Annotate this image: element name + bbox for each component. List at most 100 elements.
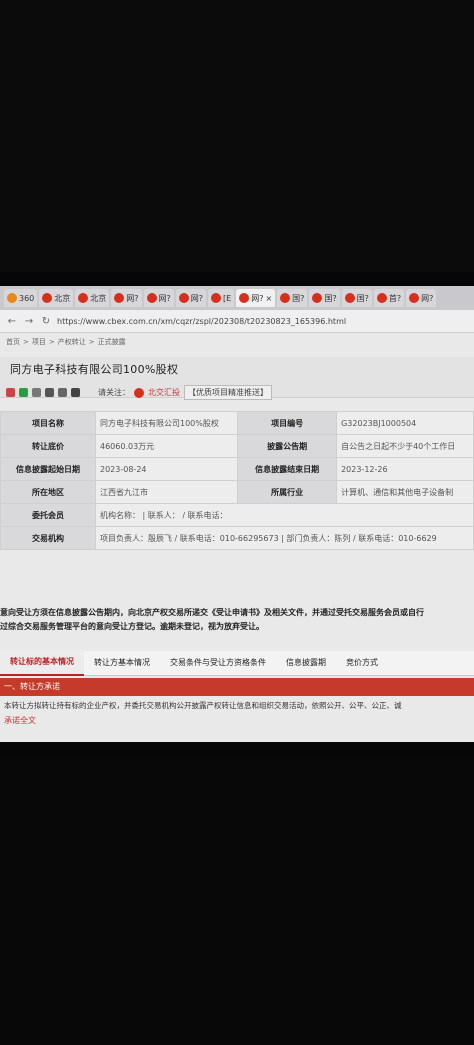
table-label: 转让底价 — [0, 434, 96, 458]
table-label: 信息披露起始日期 — [0, 457, 96, 481]
tab-label: [E — [223, 293, 232, 303]
site-icon — [239, 293, 250, 303]
tab-label: 网? — [126, 293, 139, 303]
table-row: 交易机构 项目负责人：殷辰飞 / 联系电话：010-66295673 | 部门负… — [0, 526, 474, 550]
table-row: 所在地区 江西省九江市 所属行业 计算机、通信和其他电子设备制 — [0, 480, 474, 504]
weibo-icon[interactable] — [6, 388, 15, 397]
table-value: 同方电子科技有限公司100%股权 — [94, 411, 239, 435]
close-tab-icon[interactable]: × — [265, 294, 272, 303]
table-label: 披露公告期 — [237, 434, 338, 458]
back-icon[interactable]: ← — [6, 316, 18, 327]
wechat-icon[interactable] — [19, 388, 28, 397]
table-row: 转让底价 46060.03万元 披露公告期 自公告之日起不少于40个工作日 — [0, 434, 474, 458]
table-label: 信息披露结束日期 — [237, 457, 338, 481]
table-value: 自公告之日起不少于40个工作日 — [336, 434, 474, 458]
breadcrumb-separator: > — [23, 338, 29, 346]
breadcrumb-item[interactable]: 首页 — [6, 338, 20, 346]
table-value: 2023-08-24 — [94, 457, 239, 481]
share-icon[interactable] — [32, 388, 41, 397]
table-value: 项目负责人：殷辰飞 / 联系电话：010-66295673 | 部门负责人：陈列… — [95, 526, 474, 550]
site-icon — [78, 293, 89, 303]
tab-label: 网? — [190, 293, 204, 303]
browser-tab[interactable]: 网? × — [236, 289, 276, 307]
table-label: 委托会员 — [0, 503, 96, 527]
browser-tab[interactable]: [E — [208, 289, 235, 307]
reload-icon[interactable]: ↻ — [40, 316, 52, 327]
breadcrumb-separator: > — [88, 338, 95, 346]
table-row: 委托会员 机构名称： | 联系人： / 联系电话： — [0, 503, 474, 527]
site-icon — [409, 293, 420, 303]
tab-disclosure-period[interactable]: 信息披露期 — [276, 651, 336, 675]
site-icon — [178, 293, 189, 303]
favorite-icon[interactable] — [58, 388, 67, 397]
site-icon — [312, 293, 323, 303]
breadcrumb-item[interactable]: 产权转让 — [58, 338, 86, 346]
browser-tab[interactable]: 北京 — [75, 289, 110, 307]
table-value: 江西省九江市 — [94, 480, 239, 504]
notice-line: 过综合交易服务管理平台的意向受让方登记。逾期未登记，视为放弃受让。 — [0, 622, 264, 631]
table-label: 交易机构 — [0, 526, 96, 550]
tab-bar: 360 北京 北京 网? 网? 网? [E 网? × 国? 国? 国? 首? 网? — [0, 286, 474, 310]
table-value: 计算机、通信和其他电子设备制 — [336, 480, 474, 504]
registration-notice: 意向受让方须在信息披露公告期内，向北京产权交易所递交《受让申请书》及相关文件，并… — [0, 606, 474, 634]
browser-window: 360 北京 北京 网? 网? 网? [E 网? × 国? 国? 国? 首? 网? ← → ↻ https… — [0, 286, 474, 742]
table-row: 信息披露起始日期 2023-08-24 信息披露结束日期 2023-12-26 — [0, 457, 474, 481]
tab-label: 国? — [292, 293, 305, 303]
promise-text: 本转让方拟转让持有标的企业产权，并委托交易机构公开披露产权转让信息和组织交易活动… — [4, 701, 402, 710]
print-icon[interactable] — [45, 388, 54, 397]
table-label: 所在地区 — [0, 480, 96, 504]
tab-transferor-basic[interactable]: 转让方基本情况 — [84, 651, 160, 675]
browser-tab[interactable]: 网? — [111, 289, 142, 307]
browser-tab[interactable]: 网? — [406, 289, 437, 307]
browser-tab[interactable]: 首? — [373, 289, 405, 307]
tab-label: 北京 — [90, 293, 107, 303]
exchange-link[interactable]: 北交汇投 — [148, 387, 180, 398]
tab-trade-conditions[interactable]: 交易条件与受让方资格条件 — [160, 651, 276, 675]
browser-tab[interactable]: 360 — [4, 289, 38, 307]
table-label: 项目编号 — [237, 411, 338, 435]
browser-tab[interactable]: 国? — [309, 289, 340, 307]
notice-line: 意向受让方须在信息披露公告期内，向北京产权交易所递交《受让申请书》及相关文件，并… — [0, 608, 424, 617]
browser-tab[interactable]: 网? — [143, 289, 174, 307]
promise-full-link[interactable]: 承诺全文 — [4, 715, 36, 726]
site-icon — [42, 293, 53, 303]
forward-icon[interactable]: → — [23, 316, 35, 327]
action-row: 请关注： 北交汇投 【优质项目精准推送】 — [6, 385, 272, 400]
table-value: 2023-12-26 — [336, 457, 474, 481]
exchange-logo-icon — [134, 387, 144, 398]
project-info-table: 项目名称 同方电子科技有限公司100%股权 项目编号 G32023BJ10005… — [0, 411, 474, 550]
browser-tab[interactable]: 国? — [341, 289, 372, 307]
browser-tab[interactable]: 国? — [277, 289, 308, 307]
breadcrumb-item[interactable]: 项目 — [32, 338, 46, 346]
browser-tab[interactable]: 网? — [175, 289, 207, 307]
table-row: 项目名称 同方电子科技有限公司100%股权 项目编号 G32023BJ10005… — [0, 411, 474, 435]
tab-bidding-method[interactable]: 竞价方式 — [336, 651, 388, 675]
qrcode-icon[interactable] — [71, 388, 80, 397]
breadcrumb-separator: > — [48, 338, 55, 346]
page-title: 同方电子科技有限公司100%股权 — [10, 363, 179, 376]
detail-tabs: 转让标的基本情况 转让方基本情况 交易条件与受让方资格条件 信息披露期 竞价方式 — [0, 650, 474, 676]
tab-target-basic[interactable]: 转让标的基本情况 — [0, 650, 84, 676]
tab-label: 网? — [421, 293, 434, 303]
table-value: G32023BJ1000504 — [336, 411, 474, 435]
tab-label: 360 — [19, 293, 35, 303]
page-content: 首页 > 项目 > 产权转让 > 正式披露 同方电子科技有限公司100%股权 请关注： 北交… — [0, 333, 474, 742]
tab-label: 网? — [158, 293, 171, 303]
table-value: 46060.03万元 — [94, 434, 239, 458]
address-bar: ← → ↻ https://www.cbex.com.cn/xm/cqzr/zs… — [0, 310, 474, 333]
table-value: 机构名称： | 联系人： / 联系电话： — [95, 503, 474, 527]
site-icon — [146, 293, 157, 303]
url-field[interactable]: https://www.cbex.com.cn/xm/cqzr/zspl/202… — [57, 317, 346, 326]
tab-label: 网? — [251, 293, 264, 303]
breadcrumb-item[interactable]: 正式披露 — [98, 338, 126, 346]
site-icon — [376, 293, 387, 303]
site-icon — [344, 293, 355, 303]
site-icon — [114, 293, 125, 303]
table-label: 所属行业 — [237, 480, 338, 504]
background-top — [0, 0, 474, 272]
site-icon — [211, 293, 222, 303]
tab-label: 首? — [388, 293, 402, 303]
recommend-tag[interactable]: 【优质项目精准推送】 — [184, 385, 272, 400]
browser-tab[interactable]: 北京 — [39, 289, 74, 307]
360-icon — [7, 293, 17, 303]
